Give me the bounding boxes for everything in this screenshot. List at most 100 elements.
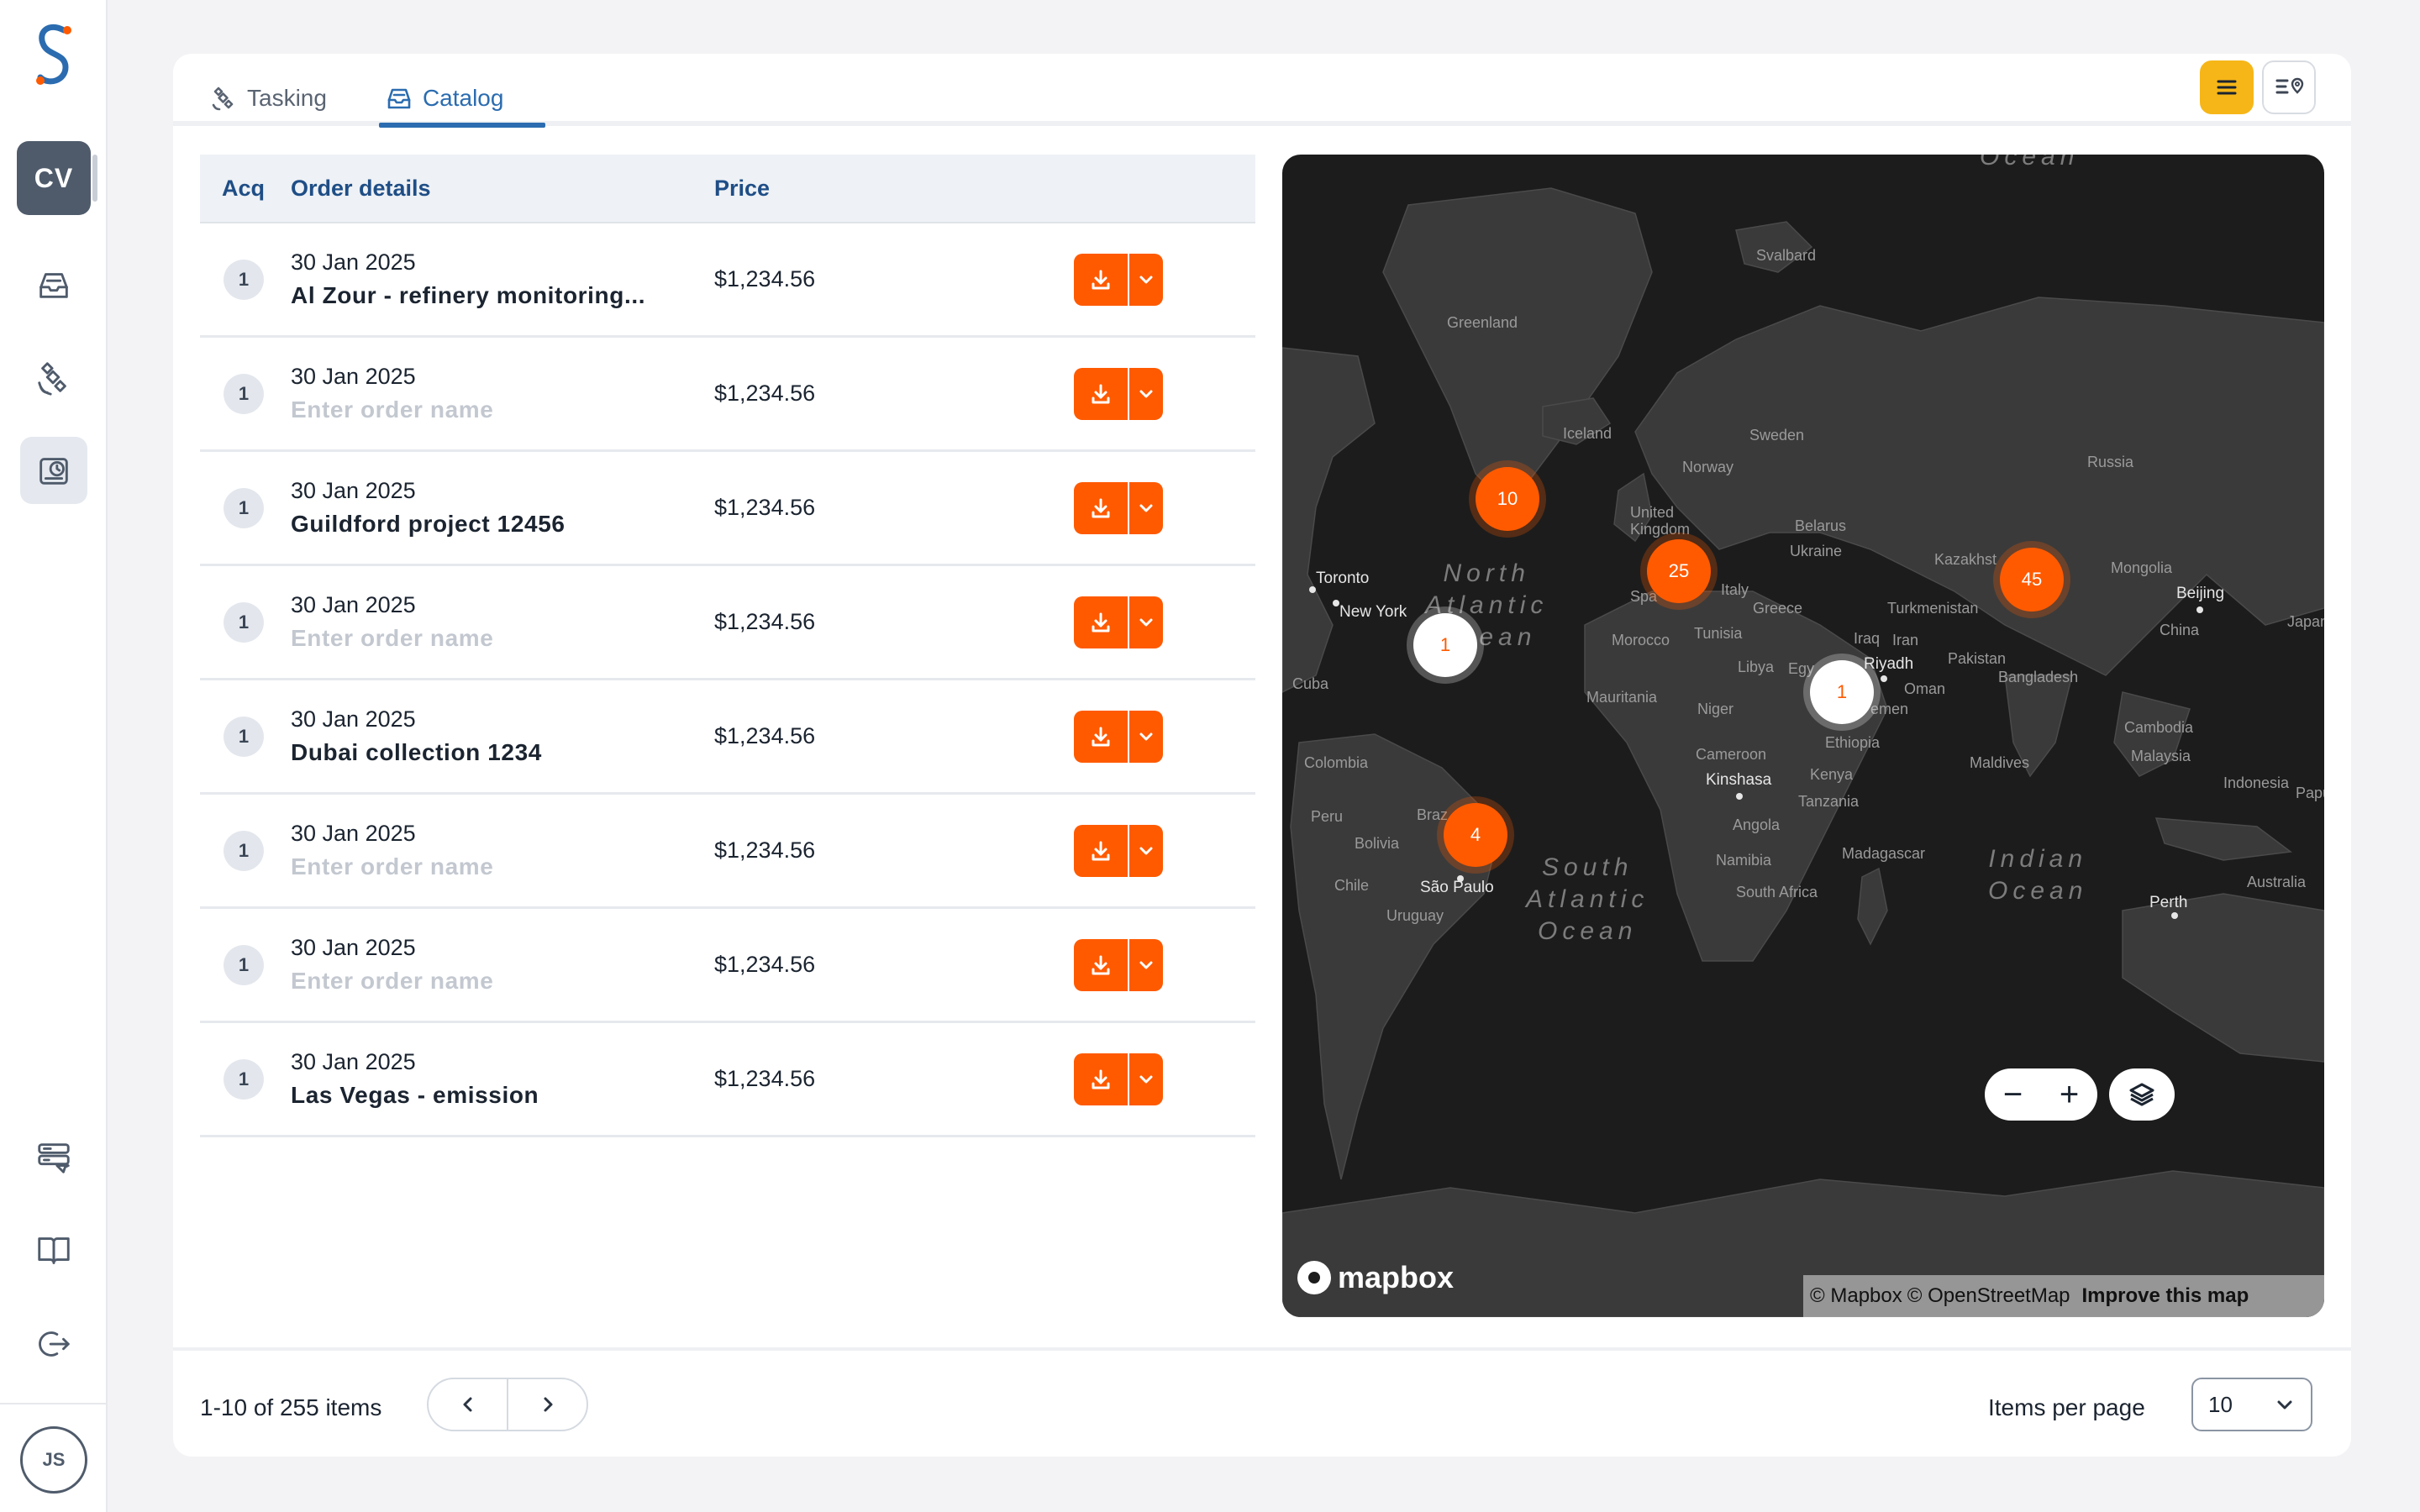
order-name[interactable]: Enter order name [291, 968, 652, 995]
improve-map-link[interactable]: Improve this map [2082, 1284, 2249, 1308]
map-list-view-button[interactable] [2262, 60, 2316, 114]
user-avatar[interactable]: JS [20, 1426, 87, 1494]
download-button[interactable] [1074, 596, 1128, 648]
map-label: Greece [1753, 600, 1803, 617]
workspace-avatar[interactable]: CV [17, 141, 97, 215]
download-icon [1092, 955, 1110, 974]
chevron-down-icon [1139, 1075, 1153, 1083]
map-label: Ukraine [1790, 543, 1843, 559]
download-split-button [1074, 367, 1163, 420]
map-cluster-marker[interactable]: 1 [1810, 660, 1874, 724]
download-button[interactable] [1074, 710, 1128, 763]
download-button[interactable] [1074, 824, 1128, 877]
download-button[interactable] [1074, 367, 1128, 420]
map-label: Iran [1892, 632, 1919, 648]
map-label: Toronto [1316, 570, 1370, 587]
map-cluster-marker[interactable]: 25 [1647, 539, 1711, 603]
tab-catalog[interactable]: Catalog [378, 77, 545, 128]
order-price: $1,234.56 [714, 837, 816, 863]
map-label: Morocco [1612, 632, 1670, 648]
footer-divider [173, 1347, 2351, 1351]
map-label: Iraq [1854, 630, 1881, 647]
map-label: Cuba [1292, 675, 1329, 692]
download-options-button[interactable] [1129, 481, 1163, 534]
chevron-left-icon [463, 1397, 471, 1412]
map-cluster-marker[interactable]: 45 [2000, 548, 2064, 612]
order-price: $1,234.56 [714, 495, 816, 520]
download-options-button[interactable] [1129, 710, 1163, 763]
download-options-button[interactable] [1129, 824, 1163, 877]
order-name[interactable]: Dubai collection 1234 [291, 739, 652, 766]
download-options-button[interactable] [1129, 596, 1163, 648]
download-button[interactable] [1074, 481, 1128, 534]
map-list-icon [2275, 77, 2304, 94]
app-logo[interactable] [30, 20, 77, 91]
items-per-page-select[interactable]: 10 [2191, 1378, 2312, 1431]
map-label: Beijing [2176, 585, 2225, 602]
map-cluster-marker[interactable]: 4 [1444, 803, 1507, 867]
order-name[interactable]: Guildford project 12456 [291, 511, 652, 538]
order-name[interactable]: Enter order name [291, 396, 652, 423]
prev-page-button[interactable] [429, 1379, 508, 1430]
map-label: Tanzania [1798, 793, 1860, 810]
catalog-nav-button[interactable] [20, 250, 87, 318]
order-name[interactable]: Enter order name [291, 853, 652, 880]
attribution-osm-link[interactable]: © OpenStreetMap [1907, 1284, 2070, 1308]
server-settings-nav-button[interactable] [20, 1124, 87, 1191]
acq-count-badge: 1 [224, 716, 264, 757]
city-dot [2171, 912, 2178, 919]
next-page-button[interactable] [508, 1379, 587, 1430]
mapbox-logo[interactable]: mapbox [1297, 1260, 1454, 1295]
table-row[interactable]: 1 30 Jan 2025 Al Zour - refinery monitor… [200, 223, 1255, 338]
download-options-button[interactable] [1129, 253, 1163, 306]
map-layers-button[interactable] [2109, 1068, 2175, 1121]
download-options-button[interactable] [1129, 938, 1163, 991]
map-label: South Africa [1736, 884, 1818, 900]
map-view[interactable]: Ocean North Atlantic Ocean South Atlanti… [1282, 155, 2324, 1317]
order-name[interactable]: Enter order name [291, 625, 652, 652]
attribution-mapbox-link[interactable]: © Mapbox [1810, 1284, 1902, 1308]
download-icon [1092, 1069, 1110, 1089]
table-row[interactable]: 1 30 Jan 2025 Enter order name $1,234.56 [200, 909, 1255, 1023]
acq-count-badge: 1 [224, 944, 264, 985]
book-icon [38, 1237, 70, 1264]
list-view-button[interactable] [2200, 60, 2254, 114]
download-split-button [1074, 824, 1163, 877]
download-button[interactable] [1074, 253, 1128, 306]
header-acq[interactable]: Acq [200, 176, 291, 202]
zoom-in-button[interactable]: + [2060, 1078, 2079, 1111]
table-row[interactable]: 1 30 Jan 2025 Enter order name $1,234.56 [200, 795, 1255, 909]
order-name[interactable]: Al Zour - refinery monitoring... [291, 282, 652, 309]
download-button[interactable] [1074, 1053, 1128, 1105]
order-details: 30 Jan 2025 Enter order name [291, 364, 714, 423]
tab-tasking[interactable]: Tasking [207, 77, 330, 119]
docs-nav-button[interactable] [20, 1216, 87, 1284]
zoom-out-button[interactable]: − [2003, 1078, 2023, 1111]
header-price[interactable]: Price [714, 176, 966, 202]
order-name[interactable]: Las Vegas - emission [291, 1082, 652, 1109]
map-cluster-marker[interactable]: 10 [1476, 467, 1539, 531]
download-options-button[interactable] [1129, 1053, 1163, 1105]
tasking-nav-button[interactable] [20, 344, 87, 412]
download-options-button[interactable] [1129, 367, 1163, 420]
table-row[interactable]: 1 30 Jan 2025 Dubai collection 1234 $1,2… [200, 680, 1255, 795]
table-row[interactable]: 1 30 Jan 2025 Enter order name $1,234.56 [200, 338, 1255, 452]
download-icon [1092, 498, 1110, 517]
items-per-page-label: Items per page [1988, 1394, 2145, 1420]
table-row[interactable]: 1 30 Jan 2025 Enter order name $1,234.56 [200, 566, 1255, 680]
map-label: Iceland [1563, 425, 1612, 442]
history-nav-button[interactable] [20, 437, 87, 504]
view-toggle [2200, 60, 2316, 114]
download-button[interactable] [1074, 938, 1128, 991]
acq-count-badge: 1 [224, 1058, 264, 1100]
sidebar: CV JS [0, 0, 108, 1512]
map-label: Italy [1721, 581, 1749, 598]
chevron-down-icon [1139, 732, 1153, 740]
map-label: Bangladesh [1998, 669, 2079, 685]
table-row[interactable]: 1 30 Jan 2025 Guildford project 12456 $1… [200, 452, 1255, 566]
map-cluster-marker[interactable]: 1 [1413, 613, 1477, 677]
map-label: Turkmenistan [1887, 600, 1979, 617]
table-row[interactable]: 1 30 Jan 2025 Las Vegas - emission $1,23… [200, 1023, 1255, 1137]
logout-nav-button[interactable] [20, 1310, 87, 1378]
header-order-details[interactable]: Order details [291, 176, 714, 202]
